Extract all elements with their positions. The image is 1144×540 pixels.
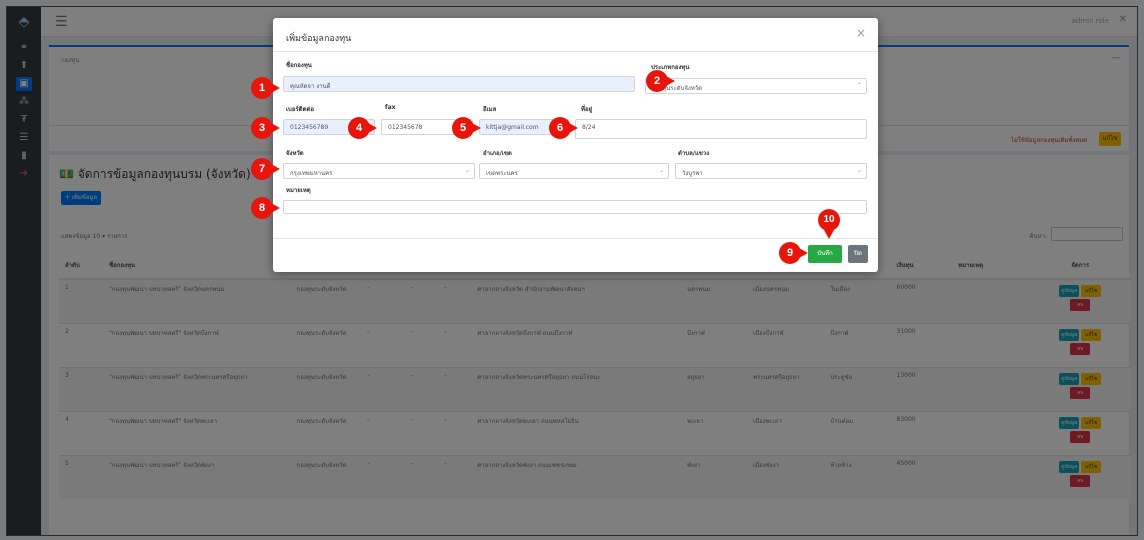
modal-close-icon[interactable]: × xyxy=(856,26,866,40)
subdistrict-label: ตำบล/แขวง xyxy=(678,150,710,157)
district-label: อำเภอ/เขต xyxy=(483,150,512,157)
note-label: หมายเหตุ xyxy=(286,187,311,194)
address-label: ที่อยู่ xyxy=(581,106,593,113)
annotation-pointer xyxy=(271,123,280,133)
annotation-marker-10: 10 xyxy=(818,209,840,231)
annotation-marker-9: 9 xyxy=(779,242,801,264)
fax-label: fax xyxy=(385,104,396,111)
annotation-marker-3: 3 xyxy=(251,117,273,139)
fund-type-select[interactable]: กองทุนระดับจังหวัด ⌃ xyxy=(645,78,867,94)
note-input[interactable] xyxy=(283,200,867,214)
annotation-pointer xyxy=(666,76,675,86)
annotation-pointer xyxy=(271,164,280,174)
subdistrict-select[interactable]: วังบูรพา ⌄ xyxy=(675,163,867,179)
province-select[interactable]: กรุงเทพมหานคร ⌄ xyxy=(283,163,475,179)
province-label: จังหวัด xyxy=(286,150,304,157)
add-fund-modal: เพิ่มข้อมูลกองทุน × ชื่อกองทุน คุณหัดจา … xyxy=(273,18,878,272)
annotation-marker-1: 1 xyxy=(251,77,273,99)
annotation-pointer xyxy=(271,203,280,213)
save-button[interactable]: บันทึก xyxy=(808,245,842,263)
annotation-marker-6: 6 xyxy=(549,117,571,139)
subdistrict-value: วังบูรพา xyxy=(682,170,703,177)
chevron-down-icon: ⌄ xyxy=(658,167,664,174)
close-button[interactable]: ปิด xyxy=(848,245,868,263)
district-select[interactable]: เขตพระนคร ⌄ xyxy=(479,163,669,179)
annotation-marker-4: 4 xyxy=(348,117,370,139)
chevron-down-icon: ⌃ xyxy=(856,82,862,89)
address-textarea[interactable]: 8/24 xyxy=(575,119,867,139)
annotation-pointer xyxy=(824,230,834,239)
chevron-down-icon: ⌄ xyxy=(856,167,862,174)
annotation-marker-5: 5 xyxy=(452,117,474,139)
email-label: อีเมล xyxy=(483,106,497,113)
province-value: กรุงเทพมหานคร xyxy=(290,170,333,177)
annotation-pointer xyxy=(368,123,377,133)
annotation-pointer xyxy=(799,248,808,258)
annotation-marker-7: 7 xyxy=(251,158,273,180)
fund-name-label: ชื่อกองทุน xyxy=(286,62,312,69)
annotation-marker-8: 8 xyxy=(251,197,273,219)
phone-label: เบอร์ติดต่อ xyxy=(286,106,314,113)
annotation-marker-2: 2 xyxy=(646,70,668,92)
annotation-pointer xyxy=(472,123,481,133)
modal-title: เพิ่มข้อมูลกองทุน xyxy=(286,34,352,44)
modal-header: เพิ่มข้อมูลกองทุน × xyxy=(273,18,878,52)
fund-name-input[interactable]: คุณหัดจา งานดี xyxy=(283,76,635,92)
district-value: เขตพระนคร xyxy=(486,170,518,177)
chevron-down-icon: ⌄ xyxy=(464,167,470,174)
annotation-pointer xyxy=(569,123,578,133)
annotation-pointer xyxy=(271,83,280,93)
